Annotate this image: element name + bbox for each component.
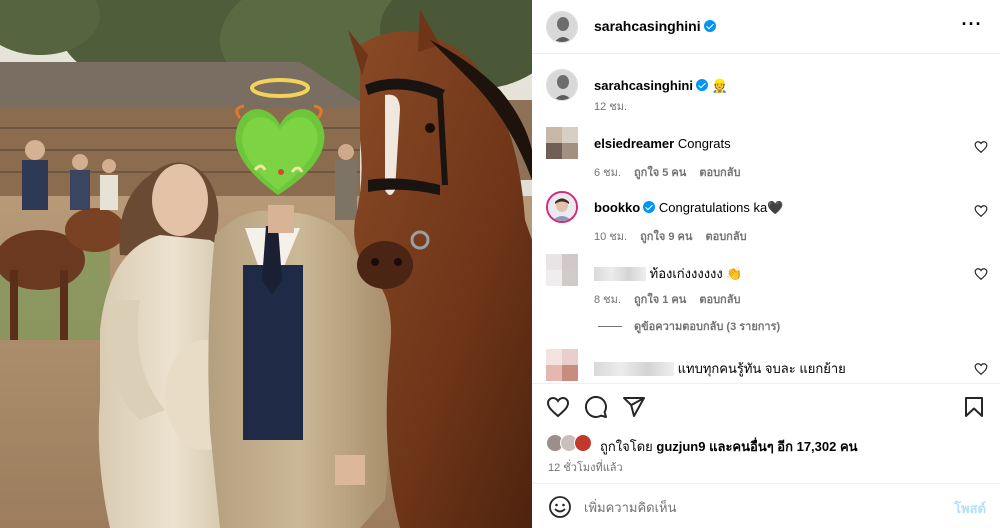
blurred-username [594, 267, 646, 281]
comment-likes[interactable]: ถูกใจ 1 คน [634, 294, 686, 306]
commenter-username[interactable]: bookko [594, 200, 640, 215]
likes-prefix: ถูกใจโดย [600, 439, 653, 454]
replies-divider [598, 326, 622, 327]
post-header: sarahcasinghini ··· [532, 0, 1000, 54]
comments-list[interactable]: sarahcasinghini 👷 12 ชม. elsiedreamer Co… [532, 55, 1000, 383]
liker-avatars [546, 434, 598, 454]
comment-line: bookko Congratulations ka🖤 [594, 200, 783, 216]
like-comment-icon[interactable] [974, 267, 988, 281]
commenter-avatar[interactable] [546, 127, 578, 159]
comment-text: ท้องเก่งงงงงง [649, 266, 723, 281]
comment-meta: 6 ชม. ถูกใจ 5 คน ตอบกลับ [594, 163, 750, 181]
liker-avatar [574, 434, 592, 452]
caption-time: 12 ชม. [594, 97, 637, 115]
likes-text: ถูกใจโดย guzjun9 และคนอื่นๆ อีก 17,302 ค… [600, 436, 858, 457]
caption-avatar[interactable] [546, 69, 578, 101]
comment-time[interactable]: 10 ชม. [594, 231, 627, 243]
post-image[interactable] [0, 0, 532, 528]
caption-line: sarahcasinghini 👷 [594, 78, 728, 94]
comment-input[interactable] [584, 496, 924, 518]
view-replies-label[interactable]: ดูข้อความตอบกลับ (3 รายการ) [634, 321, 780, 333]
emoji-icon[interactable] [548, 495, 572, 519]
post-comment-button[interactable]: โพสต์ [954, 498, 986, 519]
view-replies-button[interactable]: ดูข้อความตอบกลับ (3 รายการ) [598, 317, 780, 335]
comment-meta: 8 ชม. ถูกใจ 1 คน ตอบกลับ [594, 290, 750, 308]
comment-likes[interactable]: ถูกใจ 5 คน [634, 167, 686, 179]
comment-emoji: 👏 [726, 266, 743, 281]
caption-username[interactable]: sarahcasinghini [594, 78, 693, 93]
save-icon[interactable] [962, 395, 986, 419]
share-icon[interactable] [622, 395, 646, 419]
like-comment-icon[interactable] [974, 362, 988, 376]
author-avatar[interactable] [546, 11, 578, 43]
comment-text: Congratulations ka [658, 200, 768, 215]
caption-timestamp[interactable]: 12 ชม. [594, 101, 627, 113]
reply-button[interactable]: ตอบกลับ [705, 231, 746, 243]
more-options-icon[interactable]: ··· [960, 15, 984, 36]
post-timestamp[interactable]: 12 ชั่วโมงที่แล้ว [548, 458, 623, 476]
post-sidebar: sarahcasinghini ··· sarahcasinghini 👷 12… [532, 0, 1000, 528]
comment-time[interactable]: 8 ชม. [594, 294, 621, 306]
verified-icon [703, 20, 716, 32]
blurred-username [594, 362, 674, 376]
commenter-username[interactable]: elsiedreamer [594, 136, 674, 151]
post-actions: ถูกใจโดย guzjun9 และคนอื่นๆ อีก 17,302 ค… [532, 383, 1000, 483]
verified-icon [695, 79, 708, 91]
commenter-avatar[interactable] [546, 191, 578, 223]
like-comment-icon[interactable] [974, 140, 988, 154]
comment-meta: 10 ชม. ถูกใจ 9 คน ตอบกลับ [594, 227, 757, 245]
verified-icon [643, 201, 656, 213]
comment-line: ท้องเก่งงงงงง 👏 [594, 263, 743, 284]
like-comment-icon[interactable] [974, 204, 988, 218]
author-username[interactable]: sarahcasinghini [594, 18, 716, 34]
caption-emoji: 👷 [711, 78, 728, 93]
reply-button[interactable]: ตอบกลับ [699, 294, 740, 306]
liker-username[interactable]: guzjun9 [656, 439, 705, 454]
comment-likes[interactable]: ถูกใจ 9 คน [640, 231, 692, 243]
like-icon[interactable] [546, 395, 570, 419]
author-username-text[interactable]: sarahcasinghini [594, 18, 701, 34]
comment-time[interactable]: 6 ชม. [594, 167, 621, 179]
add-comment-bar: โพสต์ [532, 483, 1000, 528]
comment-line: แทบทุกคนรู้ทัน จบละ แยกย้าย [594, 358, 846, 379]
comment-text: Congrats [677, 136, 731, 151]
comment-emoji: 🖤 [767, 200, 784, 215]
commenter-avatar[interactable] [546, 254, 578, 286]
comment-text: แทบทุกคนรู้ทัน จบละ แยกย้าย [677, 361, 846, 376]
likes-count[interactable]: และคนอื่นๆ อีก 17,302 คน [709, 439, 857, 454]
reply-button[interactable]: ตอบกลับ [699, 167, 740, 179]
comment-icon[interactable] [584, 395, 608, 419]
post-photo [0, 0, 532, 528]
commenter-avatar[interactable] [546, 349, 578, 381]
comment-line: elsiedreamer Congrats [594, 136, 731, 151]
